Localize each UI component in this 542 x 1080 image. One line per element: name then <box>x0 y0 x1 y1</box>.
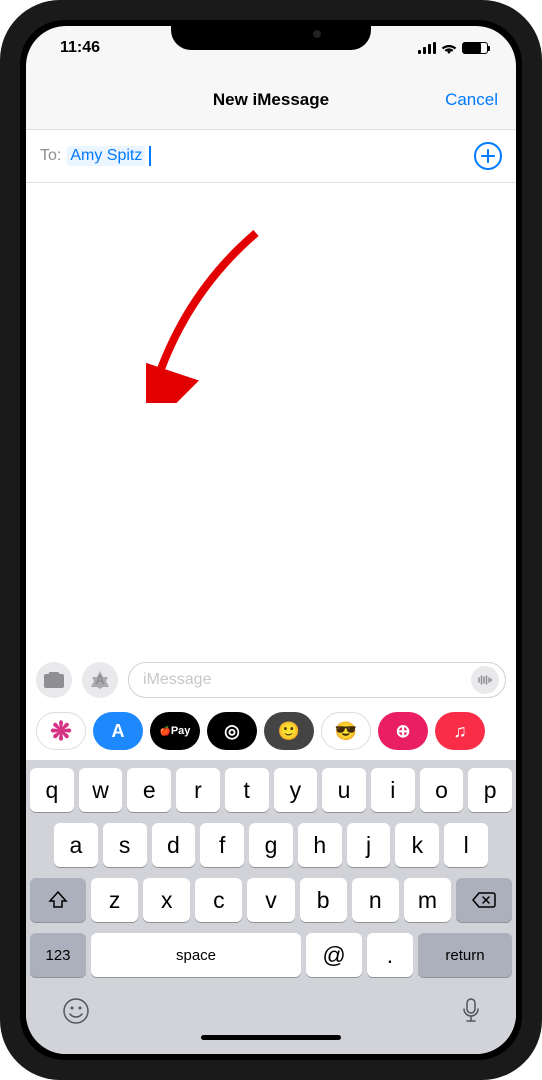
camera-icon <box>43 671 65 689</box>
cellular-signal-icon <box>418 42 436 54</box>
screen: 11:46 New iMessage Cancel To: <box>26 26 516 1054</box>
return-key[interactable]: return <box>418 933 512 977</box>
key-m[interactable]: m <box>404 878 451 922</box>
waveform-icon <box>477 675 493 685</box>
key-x[interactable]: x <box>143 878 190 922</box>
svg-text:A: A <box>95 672 105 687</box>
status-indicators <box>418 42 488 54</box>
to-field[interactable]: To: Amy Spitz <box>26 130 516 183</box>
conversation-area <box>26 183 516 654</box>
app-store-icon: A <box>90 670 110 690</box>
camera-button[interactable] <box>36 662 72 698</box>
key-b[interactable]: b <box>300 878 347 922</box>
key-j[interactable]: j <box>347 823 391 867</box>
backspace-key[interactable] <box>456 878 512 922</box>
shift-key[interactable] <box>30 878 86 922</box>
notch <box>171 20 371 50</box>
backspace-icon <box>472 891 496 909</box>
key-p[interactable]: p <box>468 768 512 812</box>
key-h[interactable]: h <box>298 823 342 867</box>
app-apple-pay[interactable]: 🍎Pay <box>150 712 200 750</box>
at-key[interactable]: @ <box>306 933 362 977</box>
text-cursor <box>149 146 151 166</box>
annotation-arrow <box>146 223 276 403</box>
battery-icon <box>462 42 488 54</box>
app-photos[interactable]: ❋ <box>36 712 86 750</box>
wifi-icon <box>441 42 457 54</box>
to-label: To: <box>40 147 61 165</box>
key-d[interactable]: d <box>152 823 196 867</box>
plus-icon <box>480 148 496 164</box>
emoji-button[interactable] <box>62 997 90 1025</box>
app-memoji[interactable]: 😎 <box>321 712 371 750</box>
cancel-button[interactable]: Cancel <box>445 90 498 110</box>
recipient-chip[interactable]: Amy Spitz <box>67 146 145 166</box>
key-s[interactable]: s <box>103 823 147 867</box>
app-activity[interactable]: ◎ <box>207 712 257 750</box>
key-q[interactable]: q <box>30 768 74 812</box>
shift-icon <box>48 891 68 909</box>
key-w[interactable]: w <box>79 768 123 812</box>
navigation-bar: New iMessage Cancel <box>26 70 516 130</box>
app-hearts[interactable]: ⊕ <box>378 712 428 750</box>
app-music[interactable]: ♫ <box>435 712 485 750</box>
page-title: New iMessage <box>213 90 329 110</box>
key-y[interactable]: y <box>274 768 318 812</box>
app-app-store[interactable]: A <box>93 712 143 750</box>
key-e[interactable]: e <box>127 768 171 812</box>
key-c[interactable]: c <box>195 878 242 922</box>
message-input-bar: A iMessage <box>26 654 516 706</box>
audio-record-button[interactable] <box>471 666 499 694</box>
home-indicator[interactable] <box>201 1035 341 1040</box>
key-r[interactable]: r <box>176 768 220 812</box>
key-k[interactable]: k <box>395 823 439 867</box>
space-key[interactable]: space <box>91 933 301 977</box>
dictation-button[interactable] <box>462 997 480 1025</box>
add-contact-button[interactable] <box>474 142 502 170</box>
period-key[interactable]: . <box>367 933 413 977</box>
key-g[interactable]: g <box>249 823 293 867</box>
message-placeholder: iMessage <box>143 671 471 689</box>
key-z[interactable]: z <box>91 878 138 922</box>
key-a[interactable]: a <box>54 823 98 867</box>
key-f[interactable]: f <box>200 823 244 867</box>
app-drawer[interactable]: ❋A🍎Pay◎🙂😎⊕♫ <box>26 706 516 760</box>
numeric-key[interactable]: 123 <box>30 933 86 977</box>
key-i[interactable]: i <box>371 768 415 812</box>
app-animoji[interactable]: 🙂 <box>264 712 314 750</box>
keyboard: qwertyuiop asdfghjkl zxcvbnm 123 space @… <box>26 760 516 1054</box>
status-time: 11:46 <box>60 39 100 57</box>
key-n[interactable]: n <box>352 878 399 922</box>
key-l[interactable]: l <box>444 823 488 867</box>
key-u[interactable]: u <box>322 768 366 812</box>
apps-button[interactable]: A <box>82 662 118 698</box>
message-text-input[interactable]: iMessage <box>128 662 506 698</box>
key-t[interactable]: t <box>225 768 269 812</box>
phone-frame: 11:46 New iMessage Cancel To: <box>0 0 542 1080</box>
key-o[interactable]: o <box>420 768 464 812</box>
key-v[interactable]: v <box>247 878 294 922</box>
